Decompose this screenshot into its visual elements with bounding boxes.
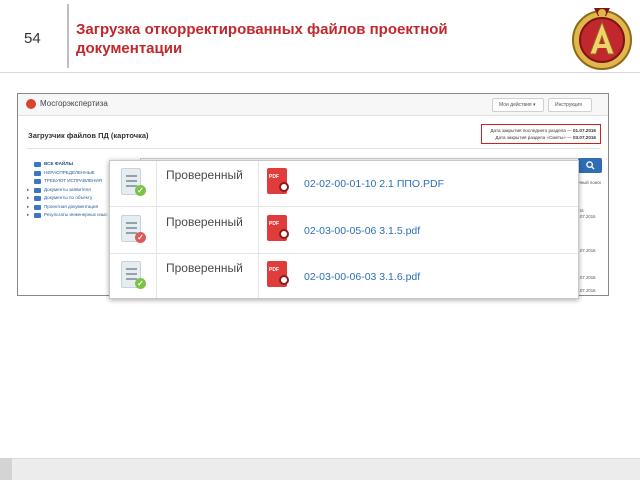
header-rule — [0, 72, 640, 73]
my-actions-dropdown[interactable]: Мои действия ▾ — [492, 98, 544, 112]
folder-icon — [34, 204, 41, 210]
status-label: Проверенный — [166, 215, 243, 229]
pdf-file-icon: PDF — [267, 215, 289, 241]
heading-rule — [26, 148, 601, 149]
slide-number: 54 — [24, 30, 41, 47]
deadline-line: Дата закрытия последнего раздела — 01.07… — [490, 128, 596, 133]
pdf-file-icon: PDF — [267, 261, 289, 287]
check-error-icon: ✓ — [135, 232, 146, 243]
zoomed-file-table: ✓ Проверенный PDF 02-02-00-01-10 2.1 ППО… — [109, 160, 579, 299]
slide-title: Загрузка откорректированных файлов проек… — [76, 21, 448, 57]
table-row[interactable]: ✓ Проверенный PDF 02-03-00-06-03 3.1.6.p… — [110, 254, 578, 298]
header-divider — [67, 4, 69, 68]
table-row[interactable]: ✓ Проверенный PDF 02-03-00-05-06 3.1.5.p… — [110, 208, 578, 254]
column-divider — [258, 161, 259, 298]
footer-accent — [0, 458, 12, 480]
app-name: Мосгорэкспертиза — [40, 99, 108, 108]
folder-icon — [34, 196, 41, 201]
check-ok-icon: ✓ — [135, 185, 146, 196]
deadline-box: Дата закрытия последнего раздела — 01.07… — [481, 124, 601, 144]
instructions-button[interactable]: Инструкция — [548, 98, 592, 112]
check-ok-icon: ✓ — [135, 278, 146, 289]
footer-bar — [0, 458, 640, 480]
status-label: Проверенный — [166, 261, 243, 275]
table-row[interactable]: ✓ Проверенный PDF 02-02-00-01-10 2.1 ППО… — [110, 161, 578, 207]
folder-icon — [34, 187, 41, 193]
pdf-file-icon: PDF — [267, 168, 289, 194]
search-icon — [585, 161, 595, 170]
search-button[interactable] — [578, 158, 602, 173]
app-topbar: Мосгорэкспертиза Мои действия ▾ Инструкц… — [18, 94, 608, 116]
app-logo-icon — [26, 99, 36, 109]
folder-icon — [34, 162, 41, 167]
folder-icon — [34, 179, 41, 184]
folder-icon — [34, 170, 41, 176]
page-heading: Загрузчик файлов ПД (карточка) — [28, 131, 149, 140]
status-label: Проверенный — [166, 168, 243, 182]
emblem-logo — [572, 8, 632, 70]
file-link[interactable]: 02-03-00-06-03 3.1.6.pdf — [304, 271, 420, 283]
file-link[interactable]: 02-03-00-05-06 3.1.5.pdf — [304, 225, 420, 237]
folder-icon — [34, 213, 41, 218]
file-link[interactable]: 02-02-00-01-10 2.1 ППО.PDF — [304, 178, 444, 190]
column-divider — [156, 161, 157, 298]
deadline-line: Дата закрытия раздела «Сметы» — 03.07.20… — [495, 135, 596, 140]
